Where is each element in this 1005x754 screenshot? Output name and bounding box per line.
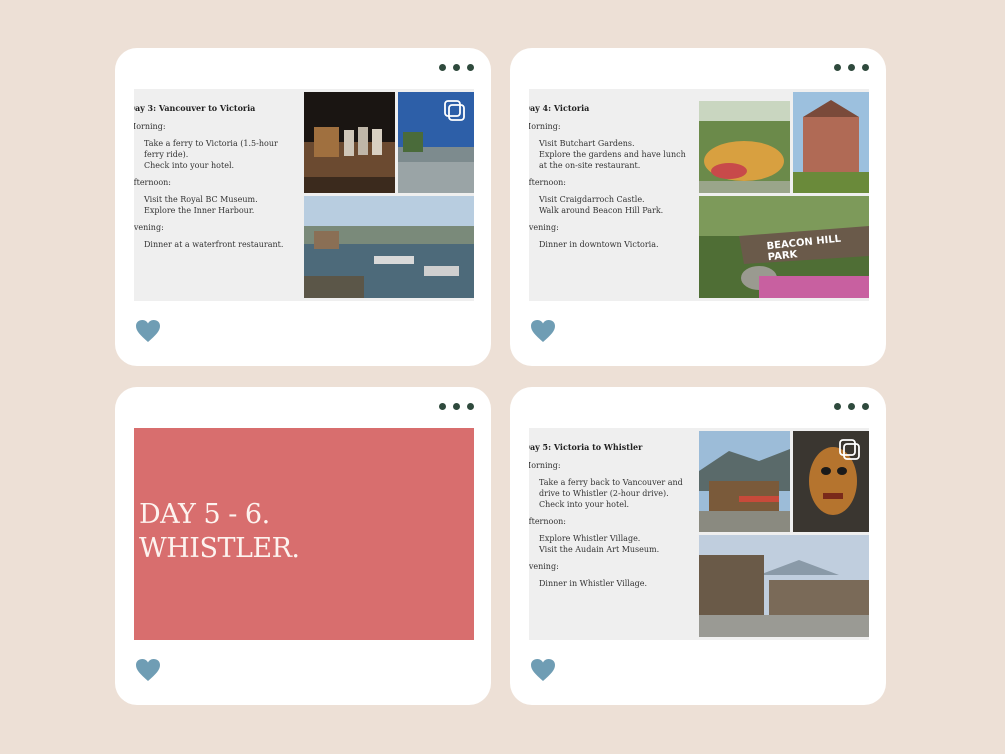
title-line: DAY 5 - 6. (139, 499, 270, 530)
multiple-images-icon (839, 439, 860, 460)
dot (467, 403, 474, 410)
section-label: Morning: (529, 461, 561, 470)
section-label: Evening: (529, 562, 559, 571)
museum-photo (304, 92, 395, 193)
more-options-icon[interactable] (834, 64, 869, 71)
post-card-day5-6: DAY 5 - 6. WHISTLER. (115, 387, 491, 705)
item: Take a ferry to Victoria (1.5-hour ferry… (144, 139, 278, 159)
heart-icon[interactable] (530, 658, 556, 682)
dot (834, 403, 841, 410)
more-options-icon[interactable] (439, 64, 474, 71)
item: Dinner in Whistler Village. (539, 579, 648, 588)
heart-icon[interactable] (135, 658, 161, 682)
post-card-day5: Day 5: Victoria to Whistler Morning: Tak… (510, 387, 886, 705)
dot (848, 64, 855, 71)
beacon-hill-park-photo: BEACON HILL PARK (699, 196, 869, 298)
heart-icon[interactable] (135, 319, 161, 343)
totem-mask-photo (793, 431, 869, 532)
harbour-photo-2 (304, 196, 474, 298)
item: Visit the Audain Art Museum. (539, 545, 660, 554)
more-options-icon[interactable] (834, 403, 869, 410)
post-card-day3: Day 3: Vancouver to Victoria Morning: Ta… (115, 48, 491, 366)
harbour-photo-1 (398, 92, 474, 193)
dot (439, 403, 446, 410)
section-label: Afternoon: (529, 517, 567, 526)
section-label: Morning: (529, 122, 561, 131)
dot (862, 403, 869, 410)
item: Explore the gardens and have lunch at th… (539, 150, 686, 170)
item: Check into your hotel. (539, 500, 630, 509)
section-label: Afternoon: (529, 178, 567, 187)
dot (467, 64, 474, 71)
dot (834, 64, 841, 71)
item: Explore Whistler Village. (539, 534, 641, 543)
item: Visit the Royal BC Museum. (144, 195, 258, 204)
itinerary-text: Day 4: Victoria Morning: Visit Butchart … (529, 103, 693, 250)
dot (862, 64, 869, 71)
item: Walk around Beacon Hill Park. (539, 206, 664, 215)
section-label: Evening: (529, 223, 559, 232)
day-heading: Day 4: Victoria (529, 103, 590, 113)
item: Dinner in downtown Victoria. (539, 240, 659, 249)
slide-title[interactable]: DAY 5 - 6. WHISTLER. (134, 428, 474, 640)
castle-photo (793, 92, 869, 193)
section-label: Morning: (134, 122, 166, 131)
item: Visit Butchart Gardens. (539, 139, 635, 148)
section-label: Afternoon: (134, 178, 172, 187)
item: Take a ferry back to Vancouver and drive… (539, 478, 683, 498)
itinerary-text: Day 5: Victoria to Whistler Morning: Tak… (529, 442, 693, 589)
more-options-icon[interactable] (439, 403, 474, 410)
item: Dinner at a waterfront restaurant. (144, 240, 284, 249)
garden-photo (699, 101, 790, 193)
slide-day4[interactable]: Day 4: Victoria Morning: Visit Butchart … (529, 89, 869, 301)
dot (848, 403, 855, 410)
heart-icon[interactable] (530, 319, 556, 343)
multiple-images-icon (444, 100, 465, 121)
whistler-village-photo-2 (699, 535, 869, 637)
item: Explore the Inner Harbour. (144, 206, 255, 215)
day-heading: Day 3: Vancouver to Victoria (134, 103, 256, 113)
post-card-day4: Day 4: Victoria Morning: Visit Butchart … (510, 48, 886, 366)
dot (439, 64, 446, 71)
itinerary-text: Day 3: Vancouver to Victoria Morning: Ta… (134, 103, 298, 250)
item: Check into your hotel. (144, 161, 235, 170)
whistler-village-photo-1 (699, 431, 790, 532)
dot (453, 403, 460, 410)
item: Visit Craigdarroch Castle. (539, 195, 645, 204)
slide-day5[interactable]: Day 5: Victoria to Whistler Morning: Tak… (529, 428, 869, 640)
day-heading: Day 5: Victoria to Whistler (529, 442, 643, 452)
dot (453, 64, 460, 71)
section-label: Evening: (134, 223, 164, 232)
slide-day3[interactable]: Day 3: Vancouver to Victoria Morning: Ta… (134, 89, 474, 301)
title-line: WHISTLER. (139, 533, 300, 564)
slide-title-text: DAY 5 - 6. WHISTLER. (139, 498, 300, 566)
